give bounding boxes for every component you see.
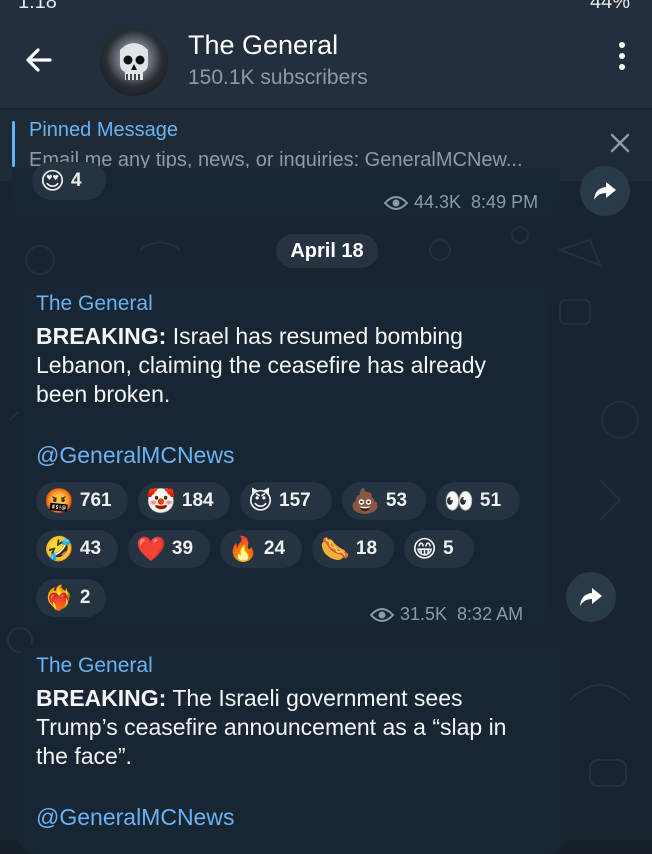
- dot-icon: [619, 64, 625, 70]
- reaction-pill[interactable]: 🤡 184: [138, 482, 230, 520]
- reaction-count: 184: [181, 490, 214, 511]
- message-bubble[interactable]: The General BREAKING: Israel has resumed…: [18, 282, 548, 630]
- message-bubble[interactable]: The General BREAKING: The Israeli govern…: [18, 644, 566, 854]
- fire-emoji: 🔥: [228, 535, 258, 563]
- skull-logo-icon: [120, 43, 148, 80]
- red-heart-emoji: ❤️: [136, 535, 166, 563]
- reaction-count: 2: [79, 587, 91, 608]
- message-bubble[interactable]: 😍 4 44.3K 8:49 PM: [12, 162, 560, 220]
- reaction-pill[interactable]: 😁 5: [404, 530, 474, 568]
- breaking-label: BREAKING:: [36, 323, 167, 349]
- reaction-pill[interactable]: 💩 53: [342, 482, 426, 520]
- battery-level: 44%: [589, 0, 630, 13]
- date-separator: April 18: [276, 234, 378, 268]
- status-bar: 1:18 44%: [0, 0, 652, 14]
- hot-dog-emoji: 🌭: [320, 535, 350, 563]
- channel-header: The General 150.1K subscribers: [0, 14, 652, 108]
- channel-avatar[interactable]: [100, 28, 168, 96]
- close-icon: [610, 133, 630, 153]
- message-author[interactable]: The General: [36, 292, 153, 316]
- reaction-count: 18: [355, 538, 378, 559]
- reaction-count: 53: [385, 490, 408, 511]
- reaction-count: 157: [279, 490, 311, 511]
- devil-face-emoji: 😈: [248, 487, 274, 515]
- reaction-pill[interactable]: 🔥 24: [220, 530, 302, 568]
- heart-eyes-emoji: 😍: [40, 167, 66, 195]
- view-count: 31.5K: [400, 604, 448, 624]
- views-eye-icon: [384, 195, 408, 210]
- rofl-emoji: 🤣: [44, 535, 74, 563]
- share-button[interactable]: [580, 166, 630, 216]
- arrow-left-icon: [26, 48, 52, 72]
- eyes-emoji: 👀: [444, 487, 474, 515]
- reaction-pill[interactable]: 🤣 43: [36, 530, 118, 568]
- reaction-count: 24: [263, 538, 286, 559]
- status-time: 1:18: [18, 0, 57, 13]
- dot-icon: [619, 42, 625, 48]
- message-author[interactable]: The General: [36, 654, 153, 678]
- close-pinned-button[interactable]: [610, 133, 630, 153]
- share-arrow-icon: [580, 588, 602, 606]
- message-time: 8:49 PM: [471, 192, 539, 212]
- reaction-pill[interactable]: 😈 157: [240, 482, 332, 520]
- reaction-pill[interactable]: ❤️ 39: [128, 530, 210, 568]
- channel-link[interactable]: @GeneralMCNews: [36, 804, 234, 831]
- reaction-pill[interactable]: 🌭 18: [312, 530, 394, 568]
- reaction-pill[interactable]: 🤬 761: [36, 482, 128, 520]
- share-button[interactable]: [566, 572, 616, 622]
- pinned-title: Pinned Message: [29, 119, 178, 141]
- reaction-count: 43: [79, 538, 102, 559]
- clown-face-emoji: 🤡: [146, 487, 176, 515]
- channel-title[interactable]: The General: [188, 30, 338, 61]
- message-meta: 44.3K 8:49 PM: [384, 192, 538, 213]
- pinned-indicator: [12, 121, 15, 167]
- reaction-count: 761: [79, 490, 112, 511]
- views-eye-icon: [370, 607, 394, 622]
- cursing-face-emoji: 🤬: [44, 487, 74, 515]
- view-count: 44.3K: [414, 192, 462, 212]
- reaction-pill[interactable]: ❤️‍🔥 2: [36, 579, 106, 617]
- grinning-face-emoji: 😁: [412, 535, 438, 563]
- dot-icon: [619, 53, 625, 59]
- message-text: BREAKING: Israel has resumed bombing Leb…: [36, 322, 536, 409]
- reaction-pill[interactable]: 😍 4: [32, 162, 106, 200]
- message-time: 8:32 AM: [457, 604, 524, 624]
- subscriber-count: 150.1K subscribers: [188, 66, 368, 89]
- reaction-count: 39: [171, 538, 194, 559]
- poop-emoji: 💩: [350, 487, 380, 515]
- message-meta: 31.5K 8:32 AM: [370, 604, 523, 625]
- heart-on-fire-emoji: ❤️‍🔥: [44, 584, 74, 612]
- reaction-count: 51: [479, 490, 502, 511]
- more-options-button[interactable]: [616, 42, 628, 78]
- reaction-count: 4: [71, 170, 82, 191]
- message-text: BREAKING: The Israeli government sees Tr…: [36, 684, 536, 771]
- breaking-label: BREAKING:: [36, 685, 167, 711]
- reaction-count: 5: [443, 538, 454, 559]
- share-arrow-icon: [594, 182, 616, 200]
- back-button[interactable]: [20, 40, 60, 80]
- reaction-pill[interactable]: 👀 51: [436, 482, 520, 520]
- channel-link[interactable]: @GeneralMCNews: [36, 442, 234, 469]
